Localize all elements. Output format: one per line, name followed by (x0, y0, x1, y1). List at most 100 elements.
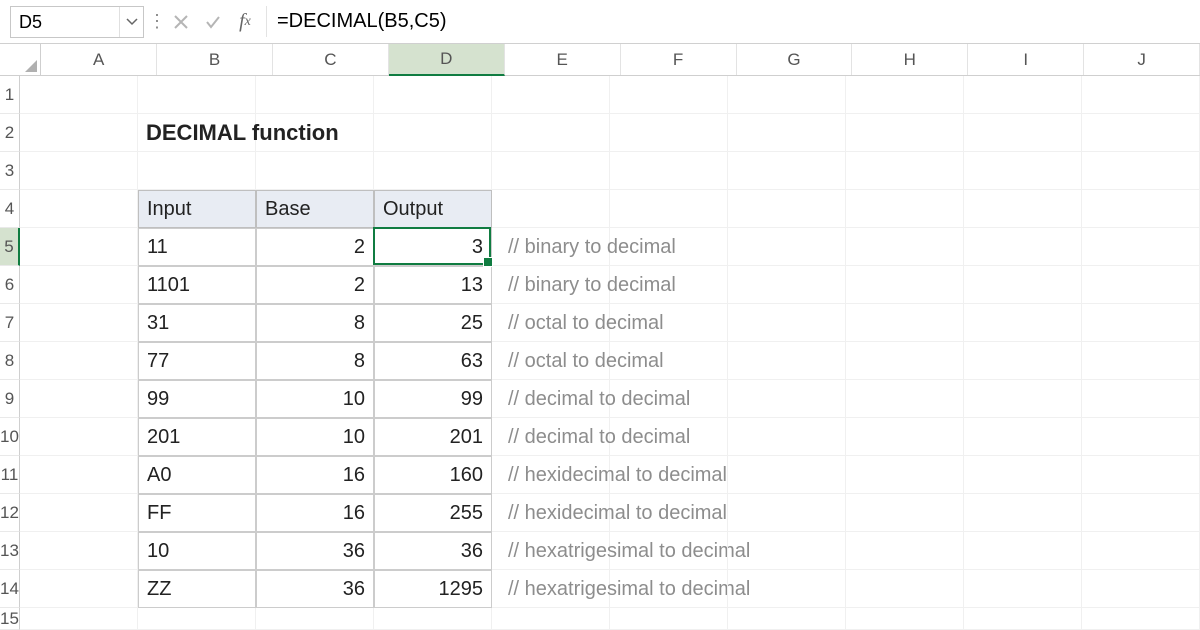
cell-F5[interactable] (610, 228, 728, 266)
cell-A7[interactable] (20, 304, 138, 342)
col-header-D[interactable]: D (389, 44, 505, 76)
cell-E2[interactable] (492, 114, 610, 152)
cell-F14[interactable] (610, 570, 728, 608)
cell-A10[interactable] (20, 418, 138, 456)
cell-J7[interactable] (1082, 304, 1200, 342)
page-title[interactable]: DECIMAL function (138, 114, 256, 152)
cell-input[interactable]: 99 (138, 380, 256, 418)
cell-H6[interactable] (846, 266, 964, 304)
row-header-12[interactable]: 12 (0, 494, 20, 532)
cell-J15[interactable] (1082, 608, 1200, 630)
header-output[interactable]: Output (374, 190, 492, 228)
cell-H5[interactable] (846, 228, 964, 266)
cell-output[interactable]: 201 (374, 418, 492, 456)
cell-F6[interactable] (610, 266, 728, 304)
cell-A15[interactable] (20, 608, 138, 630)
cell-F15[interactable] (610, 608, 728, 630)
cell-comment[interactable]: // octal to decimal (492, 304, 610, 342)
fx-icon[interactable]: fx (230, 7, 260, 37)
cell-J13[interactable] (1082, 532, 1200, 570)
cell-comment[interactable]: // binary to decimal (492, 266, 610, 304)
cell-H13[interactable] (846, 532, 964, 570)
cell-output[interactable]: 255 (374, 494, 492, 532)
cell-output[interactable]: 99 (374, 380, 492, 418)
cell-A4[interactable] (20, 190, 138, 228)
cell-comment[interactable]: // hexatrigesimal to decimal (492, 570, 610, 608)
cell-base[interactable]: 2 (256, 266, 374, 304)
cell-G12[interactable] (728, 494, 846, 532)
cell-B1[interactable] (138, 76, 256, 114)
cell-E3[interactable] (492, 152, 610, 190)
cell-output[interactable]: 13 (374, 266, 492, 304)
cell-F13[interactable] (610, 532, 728, 570)
cell-comment[interactable]: // hexatrigesimal to decimal (492, 532, 610, 570)
cell-F10[interactable] (610, 418, 728, 456)
cell-base[interactable]: 2 (256, 228, 374, 266)
cell-J1[interactable] (1082, 76, 1200, 114)
cell-F1[interactable] (610, 76, 728, 114)
cell-input[interactable]: ZZ (138, 570, 256, 608)
cell-J5[interactable] (1082, 228, 1200, 266)
cell-input[interactable]: 10 (138, 532, 256, 570)
cell-H4[interactable] (846, 190, 964, 228)
row-header-9[interactable]: 9 (0, 380, 20, 418)
cell-I14[interactable] (964, 570, 1082, 608)
cell-base[interactable]: 36 (256, 570, 374, 608)
cell-G4[interactable] (728, 190, 846, 228)
cell-F8[interactable] (610, 342, 728, 380)
name-box-dropdown[interactable] (119, 7, 143, 37)
row-header-10[interactable]: 10 (0, 418, 20, 456)
cell-H10[interactable] (846, 418, 964, 456)
col-header-I[interactable]: I (968, 44, 1084, 75)
cell-H1[interactable] (846, 76, 964, 114)
cell-F4[interactable] (610, 190, 728, 228)
cell-comment[interactable]: // octal to decimal (492, 342, 610, 380)
cell-C2[interactable] (256, 114, 374, 152)
header-input[interactable]: Input (138, 190, 256, 228)
col-header-F[interactable]: F (621, 44, 737, 75)
cell-I13[interactable] (964, 532, 1082, 570)
cell-H9[interactable] (846, 380, 964, 418)
row-header-1[interactable]: 1 (0, 76, 20, 114)
cell-G6[interactable] (728, 266, 846, 304)
cell-H11[interactable] (846, 456, 964, 494)
cell-output[interactable]: 1295 (374, 570, 492, 608)
cell-H15[interactable] (846, 608, 964, 630)
cell-G1[interactable] (728, 76, 846, 114)
cell-H3[interactable] (846, 152, 964, 190)
cell-comment[interactable]: // hexidecimal to decimal (492, 494, 610, 532)
cell-base[interactable]: 10 (256, 380, 374, 418)
cell-I4[interactable] (964, 190, 1082, 228)
cell-I9[interactable] (964, 380, 1082, 418)
cell-G13[interactable] (728, 532, 846, 570)
cell-output[interactable]: 63 (374, 342, 492, 380)
cell-I7[interactable] (964, 304, 1082, 342)
cell-output[interactable]: 25 (374, 304, 492, 342)
row-header-4[interactable]: 4 (0, 190, 20, 228)
cell-A3[interactable] (20, 152, 138, 190)
cell-H7[interactable] (846, 304, 964, 342)
cell-E1[interactable] (492, 76, 610, 114)
cell-A5[interactable] (20, 228, 138, 266)
cell-D2[interactable] (374, 114, 492, 152)
cell-I3[interactable] (964, 152, 1082, 190)
cell-base[interactable]: 8 (256, 342, 374, 380)
col-header-B[interactable]: B (157, 44, 273, 75)
cell-H12[interactable] (846, 494, 964, 532)
row-header-7[interactable]: 7 (0, 304, 20, 342)
cell-C15[interactable] (256, 608, 374, 630)
cell-G3[interactable] (728, 152, 846, 190)
cell-H2[interactable] (846, 114, 964, 152)
col-header-C[interactable]: C (273, 44, 389, 75)
cell-A13[interactable] (20, 532, 138, 570)
cell-I12[interactable] (964, 494, 1082, 532)
cell-base[interactable]: 16 (256, 494, 374, 532)
cell-F11[interactable] (610, 456, 728, 494)
cell-input[interactable]: FF (138, 494, 256, 532)
row-header-14[interactable]: 14 (0, 570, 20, 608)
cell-I1[interactable] (964, 76, 1082, 114)
cell-A2[interactable] (20, 114, 138, 152)
row-header-8[interactable]: 8 (0, 342, 20, 380)
cell-comment[interactable]: // decimal to decimal (492, 380, 610, 418)
cancel-icon[interactable] (166, 7, 196, 37)
